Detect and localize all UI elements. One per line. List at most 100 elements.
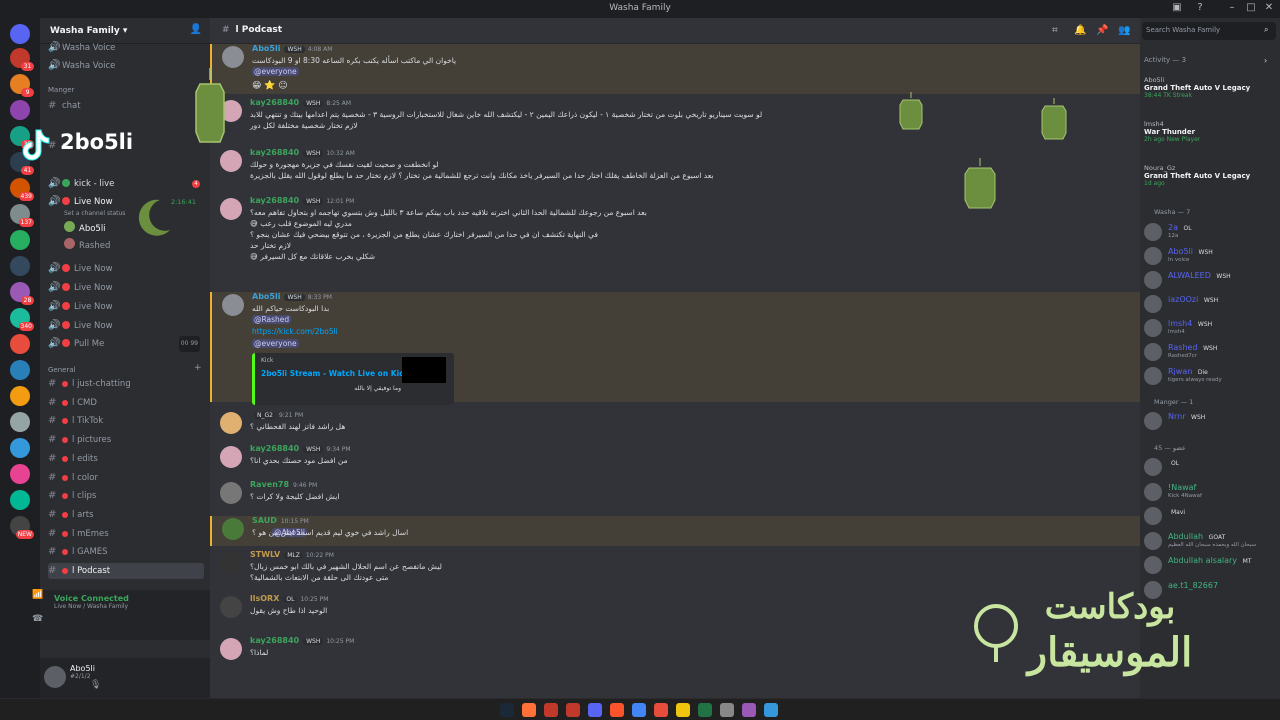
author-name[interactable]: kay268840	[250, 98, 299, 107]
voice-user-abo5li[interactable]: Abo5li	[48, 221, 204, 237]
add-friend-icon[interactable]: 👤	[190, 24, 202, 35]
pen-icon[interactable]	[742, 703, 756, 717]
chat-message[interactable]: N_G2 9:21 PM هل راشد فاتز لهند القحطاني ؟	[210, 410, 1140, 440]
members-icon[interactable]: 👥	[1118, 25, 1130, 36]
server-icon[interactable]	[10, 334, 30, 354]
terminal-icon[interactable]	[764, 703, 778, 717]
voice-channel-pull-me[interactable]: 🔊 Pull Me 00 99	[48, 336, 204, 352]
pin-icon[interactable]: 📌	[1096, 25, 1108, 36]
chat-message[interactable]: kay268840 WSH 10:32 AM لو انخطفت و صحيت لقي…	[210, 148, 1140, 194]
brave-icon[interactable]	[610, 703, 624, 717]
embed-title[interactable]: 2bo5li Stream - Watch Live on Kick	[261, 369, 409, 378]
server-icon[interactable]	[10, 490, 30, 510]
activity-card[interactable]: lmsh4 War Thunder 2h ago New Player	[1144, 120, 1276, 143]
server-icon[interactable]: 28	[10, 282, 34, 305]
bell-icon[interactable]: 🔔	[1074, 25, 1086, 36]
voice-channel-live-now[interactable]: 🔊 Live Now	[48, 299, 204, 315]
chat-message[interactable]: Abo5li WSH 8:33 PM بدا البودكاست حياكم الله…	[210, 292, 1140, 405]
excel-icon[interactable]	[698, 703, 712, 717]
author-name[interactable]: SAUD	[252, 516, 277, 525]
author-name[interactable]: kay268840	[250, 636, 299, 645]
everyone-mention[interactable]: @everyone	[252, 67, 299, 76]
add-channel-icon[interactable]: +	[194, 363, 202, 373]
folder-icon[interactable]	[676, 703, 690, 717]
author-name[interactable]: Abo5li	[252, 44, 280, 53]
server-icon[interactable]: 31	[10, 48, 34, 71]
author-name[interactable]: kay268840	[250, 148, 299, 157]
server-icon[interactable]	[10, 360, 30, 380]
server-icon[interactable]	[10, 464, 30, 484]
member-item[interactable]: Abo5li WSH In voice	[1144, 245, 1276, 267]
member-item[interactable]: !Nawaf Kick 4Nawaf	[1144, 481, 1276, 503]
chevron-right-icon[interactable]: ›	[1264, 56, 1267, 65]
avatar[interactable]	[220, 482, 242, 504]
server-icon[interactable]	[10, 438, 30, 458]
activity-card[interactable]: Abo5li Grand Theft Auto V Legacy 38:44 TK …	[1144, 76, 1276, 99]
category-manger[interactable]: Manger	[48, 86, 74, 94]
avatar[interactable]	[220, 552, 242, 574]
chrome-icon[interactable]	[632, 703, 646, 717]
threads-icon[interactable]: ⌗	[1052, 25, 1058, 36]
channel-lgames[interactable]: # l GAMES	[48, 544, 204, 560]
voice-channel-live-now[interactable]: 🔊 Live Now	[48, 261, 204, 277]
channel-washa-voice-1[interactable]: 🔊 Washa Voice	[48, 40, 204, 56]
channel-larts[interactable]: # l arts	[48, 507, 204, 523]
author-name[interactable]: STWLV	[250, 550, 280, 559]
channel-ljustchatting[interactable]: # l just-chatting	[48, 376, 204, 392]
user-mention[interactable]: @Rashed	[252, 315, 292, 324]
steam-icon[interactable]	[500, 703, 514, 717]
close-button[interactable]: ✕	[1262, 2, 1276, 13]
server-icon[interactable]: 137	[10, 204, 34, 227]
member-item[interactable]: Rashed WSH Rashed7cr	[1144, 341, 1276, 363]
chat-message[interactable]: kay268840 WSH 9:34 PM من افضل مود حصتك بحدي…	[210, 444, 1140, 476]
pdf-icon[interactable]	[654, 703, 668, 717]
server-icon[interactable]: 439	[10, 178, 34, 201]
channel-lpodcast[interactable]: # l Podcast	[48, 563, 204, 579]
channel-washa-voice-2[interactable]: 🔊 Washa Voice	[48, 58, 204, 74]
voice-channel-live-now[interactable]: 🔊 Live Now	[48, 318, 204, 334]
settings-icon[interactable]	[720, 703, 734, 717]
voice-user-rashed[interactable]: Rashed	[48, 238, 204, 254]
member-item[interactable]: Abdullah alsalary MT	[1144, 554, 1276, 576]
discord-icon[interactable]	[588, 703, 602, 717]
voice-channel-kick-live[interactable]: 🔊 kick - live 4	[48, 176, 204, 192]
adobe-icon[interactable]	[544, 703, 558, 717]
author-name[interactable]: kay268840	[250, 444, 299, 453]
avatar[interactable]	[220, 596, 242, 618]
member-item[interactable]: iazOOzi WSH	[1144, 293, 1276, 315]
firefox-icon[interactable]	[522, 703, 536, 717]
chat-message[interactable]: SAUD 10:15 PM @Abo5li اسال راشد في خوي ليم …	[210, 516, 1140, 546]
avatar[interactable]	[222, 46, 244, 68]
member-item[interactable]: Rjwan Die tigers always ready	[1144, 365, 1276, 387]
app-icon[interactable]	[566, 703, 580, 717]
author-name[interactable]: Abo5li	[252, 292, 280, 301]
avatar[interactable]	[222, 294, 244, 316]
channel-lcolor[interactable]: # l color	[48, 470, 204, 486]
server-icon[interactable]	[10, 386, 30, 406]
channel-lcmd[interactable]: # l CMD	[48, 395, 204, 411]
avatar[interactable]	[222, 518, 244, 540]
maximize-button[interactable]: □	[1244, 2, 1258, 13]
server-icon[interactable]	[10, 256, 30, 276]
server-icon[interactable]	[10, 412, 30, 432]
member-item[interactable]: lmsh4 WSH lmsh4	[1144, 317, 1276, 339]
member-item[interactable]: Abdullah GOAT سبحان الله وبحمده سبحان الل…	[1144, 530, 1276, 552]
channel-lpictures[interactable]: # l pictures	[48, 432, 204, 448]
reactions[interactable]: 😁 ⭐ ☺	[252, 81, 288, 91]
avatar[interactable]	[220, 412, 242, 434]
category-general[interactable]: General	[48, 366, 76, 374]
server-icon[interactable]: 9	[10, 74, 34, 97]
channel-ltiktok[interactable]: # l TikTok	[48, 413, 204, 429]
inbox-icon[interactable]: ▣	[1170, 2, 1184, 13]
member-item[interactable]: 2a OL 12a	[1144, 221, 1276, 243]
channel-status-hint[interactable]: Set a channel status	[48, 208, 204, 220]
server-icon[interactable]: NEW	[10, 516, 34, 539]
author-name[interactable]: Raven78	[250, 480, 289, 489]
server-icon[interactable]	[10, 100, 30, 120]
author-name[interactable]: kay268840	[250, 196, 299, 205]
avatar[interactable]	[220, 198, 242, 220]
member-item[interactable]: OL	[1144, 456, 1276, 478]
minimize-button[interactable]: –	[1225, 2, 1239, 13]
home-button[interactable]	[10, 24, 30, 44]
everyone-mention[interactable]: @everyone	[252, 339, 299, 348]
